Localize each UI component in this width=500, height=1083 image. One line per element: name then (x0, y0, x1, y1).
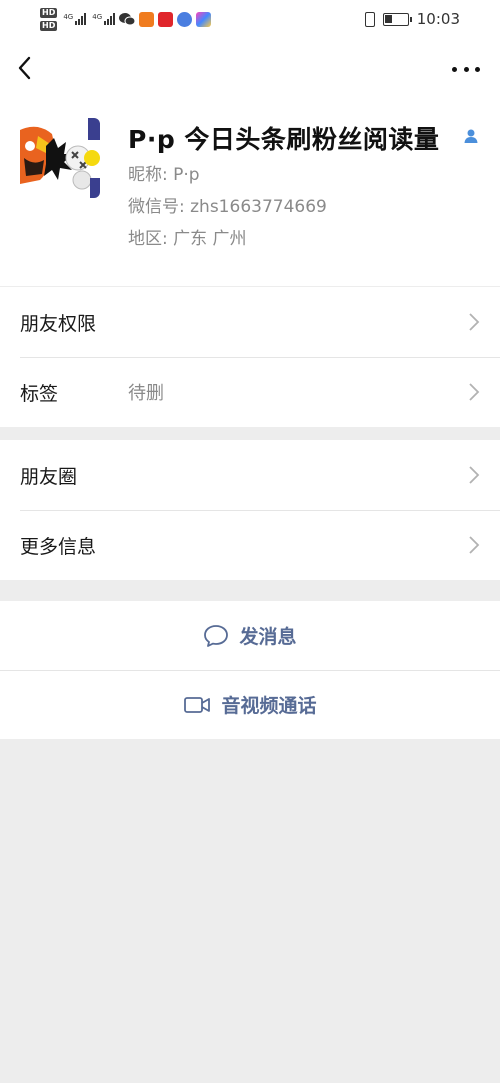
chevron-right-icon (469, 313, 480, 331)
network-type-label: 4G (92, 13, 103, 21)
status-bar-right: 10:03 (364, 4, 460, 34)
status-time: 10:03 (416, 10, 460, 28)
tag-value: 待删 (128, 383, 164, 404)
settings-group-2: 朋友圈 更多信息 (0, 440, 500, 580)
video-call-label: 音视频通话 (221, 695, 317, 717)
battery-icon (382, 12, 412, 26)
cell-label: 朋友圈 (20, 465, 78, 488)
chevron-right-icon (469, 466, 480, 484)
male-gender-icon (464, 129, 478, 143)
chevron-right-icon (469, 536, 480, 554)
navigation-bar (0, 38, 500, 100)
profile-nickname: 昵称: P·p (128, 165, 200, 185)
vibrate-icon (364, 11, 375, 27)
chevron-right-icon (469, 383, 480, 401)
gallery-app-icon (196, 11, 212, 27)
settings-group-1: 朋友权限 标签 待删 (0, 287, 500, 427)
chat-bubble-icon (204, 624, 229, 647)
video-app-icon (139, 11, 155, 27)
shopping-app-icon (158, 11, 174, 27)
send-message-button[interactable]: 发消息 (0, 601, 500, 670)
status-bar: HD HD 4G 4G 10:03 (0, 0, 500, 38)
back-arrow-icon[interactable] (14, 54, 38, 82)
signal-icon: 4G (63, 13, 87, 25)
status-bar-left: HD HD 4G 4G (40, 4, 212, 34)
hd-badge: HD (40, 7, 58, 18)
network-type-label: 4G (63, 13, 74, 21)
video-camera-icon (184, 696, 211, 713)
cell-more-info[interactable]: 更多信息 (0, 510, 500, 580)
cell-friend-permissions[interactable]: 朋友权限 (0, 287, 500, 357)
profile-region: 地区: 广东 广州 (128, 229, 247, 249)
cell-label: 更多信息 (20, 535, 97, 558)
hd-indicators: HD HD (40, 7, 58, 31)
more-options-icon[interactable] (452, 64, 480, 74)
profile-wechat-id: 微信号: zhs1663774669 (128, 197, 327, 217)
action-group: 发消息 音视频通话 (0, 601, 500, 739)
profile-display-name: P·p 今日头条刷粉丝阅读量 (128, 125, 440, 154)
wechat-notification-icon (119, 13, 136, 26)
send-message-label: 发消息 (239, 626, 297, 648)
hd-badge: HD (40, 20, 58, 31)
music-app-icon (177, 11, 193, 27)
profile-header: P·p 今日头条刷粉丝阅读量 昵称: P·p 微信号: zhs166377466… (0, 100, 500, 286)
video-call-button[interactable]: 音视频通话 (0, 670, 500, 739)
cell-moments[interactable]: 朋友圈 (0, 440, 500, 510)
cell-label: 朋友权限 (20, 312, 97, 335)
cell-tags[interactable]: 标签 待删 (0, 357, 500, 427)
cell-label: 标签 (20, 382, 59, 405)
signal-icon: 4G (92, 13, 116, 25)
avatar[interactable] (20, 118, 100, 198)
